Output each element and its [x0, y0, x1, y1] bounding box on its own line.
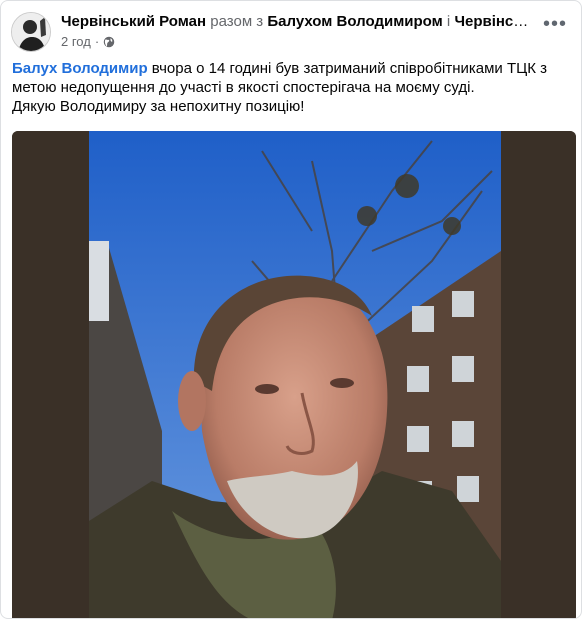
facebook-post: Червінський Роман разом з Балухом Володи… — [0, 0, 582, 619]
tagged-user-1[interactable]: Балухом Володимиром — [267, 13, 442, 30]
tagged-user-2[interactable]: Червінською… — [454, 13, 531, 30]
and-connector: і — [446, 13, 451, 30]
post-photo[interactable] — [12, 131, 576, 618]
post-text-line-1: Балух Володимир вчора о 14 годині був за… — [12, 59, 569, 78]
selfie-photo — [12, 131, 576, 618]
author-name[interactable]: Червінський Роман — [61, 13, 206, 30]
avatar-image — [12, 13, 50, 51]
meta-separator: · — [94, 34, 100, 49]
post-header: Червінський Роман разом з Балухом Володи… — [11, 11, 571, 55]
post-authors: Червінський Роман разом з Балухом Володи… — [61, 13, 531, 31]
post-text-line-2: метою недопущення до участі в якості спо… — [12, 79, 475, 96]
globe-icon[interactable] — [103, 36, 115, 48]
post-text: Балух Володимир вчора о 14 годині був за… — [12, 59, 569, 116]
post-text-line-1-rest: вчора о 14 годині був затриманий співроб… — [147, 60, 547, 77]
more-options-button[interactable]: ••• — [539, 14, 571, 39]
post-meta: 2 год · — [61, 34, 115, 49]
author-avatar[interactable] — [11, 12, 51, 52]
post-timestamp[interactable]: 2 год — [61, 34, 91, 49]
post-text-line-3: Дякую Володимиру за непохитну позицію! — [12, 98, 305, 115]
with-connector: разом з — [210, 13, 264, 30]
mention-link[interactable]: Балух Володимир — [12, 60, 148, 77]
